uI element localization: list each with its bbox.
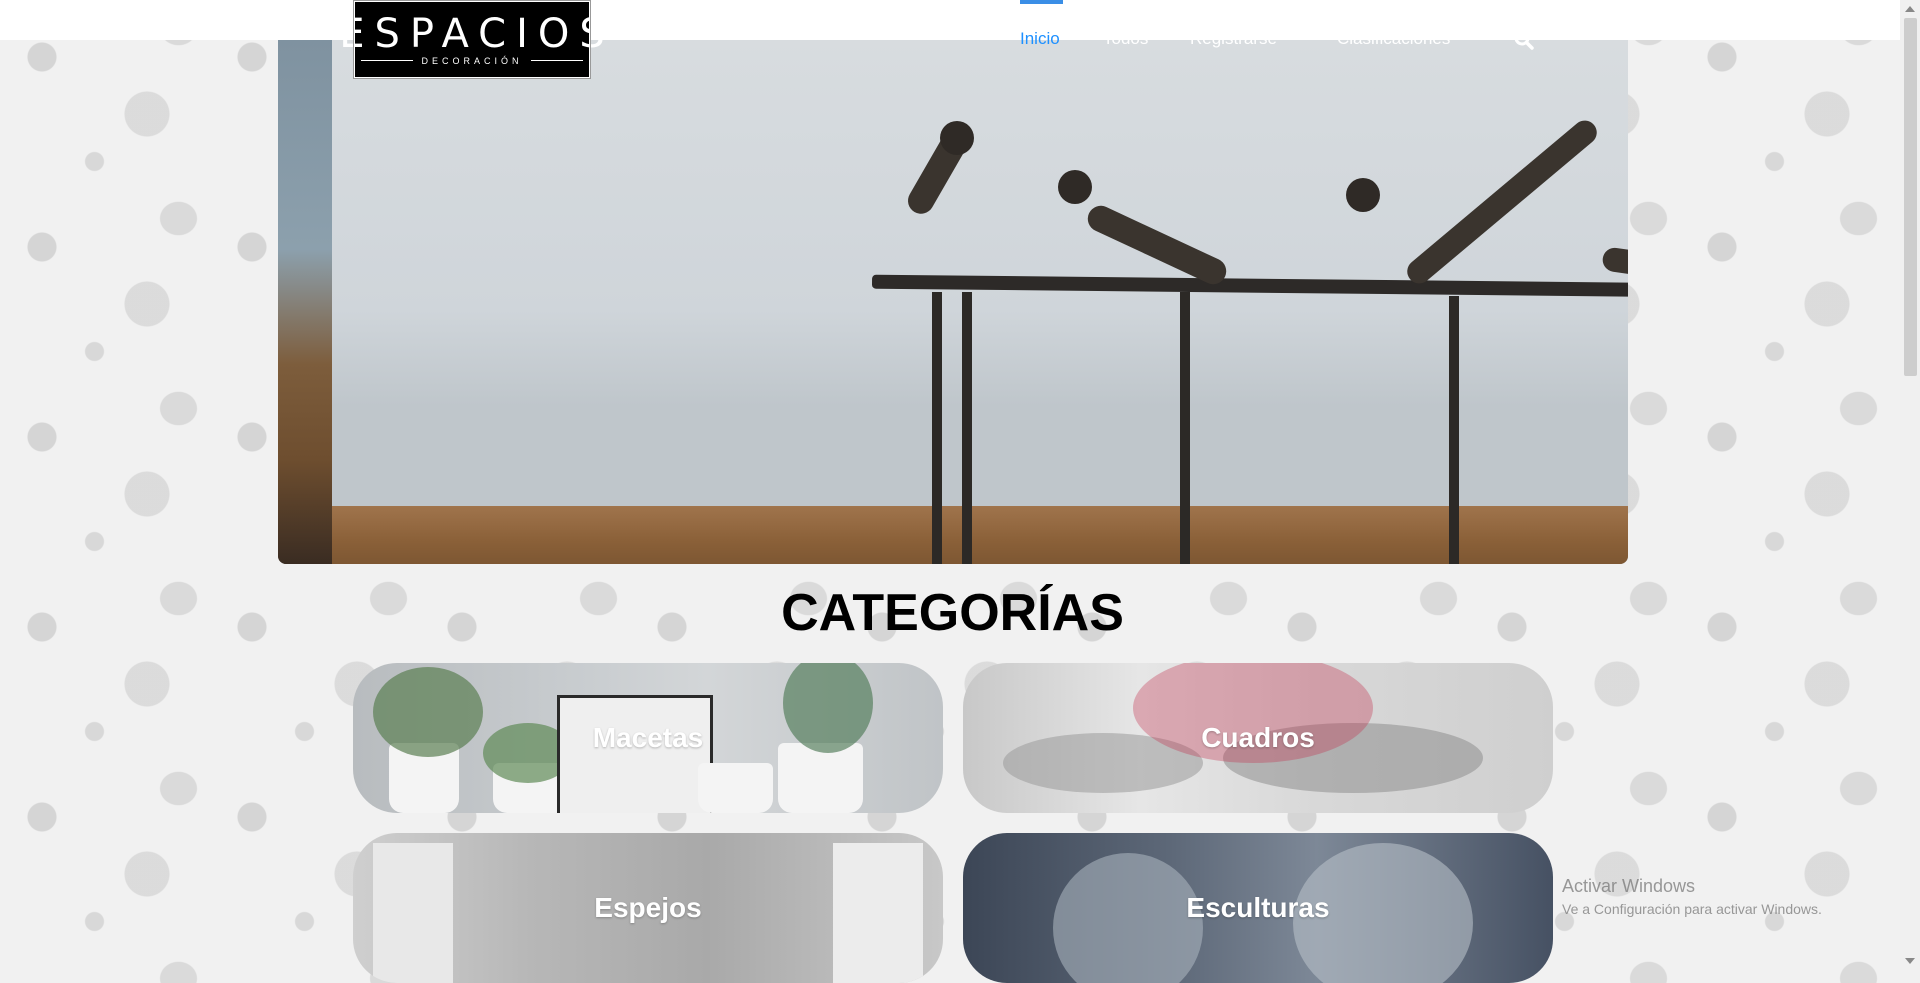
sculpture-leg [932, 292, 942, 564]
nav-item-todos[interactable]: Todos [1103, 29, 1148, 49]
previous-slide-edge [278, 40, 332, 564]
category-card-espejos[interactable]: Espejos [353, 833, 943, 983]
figure-3 [1402, 115, 1602, 289]
category-label: Espejos [594, 892, 702, 923]
category-card-macetas[interactable]: Macetas [353, 663, 943, 813]
logo-wordmark: ESPACIOS [339, 10, 615, 57]
scrollbar-thumb[interactable] [1904, 18, 1917, 376]
category-label: Macetas [592, 722, 704, 753]
page: ESPACIOS DECORACIÓN Inicio Todos Registr… [0, 0, 1920, 983]
search-icon[interactable] [1514, 30, 1534, 50]
logo-rule-left [361, 60, 414, 61]
active-nav-indicator [1020, 0, 1063, 4]
logo-rule-right [530, 60, 583, 61]
nav-item-inicio[interactable]: Inicio [1020, 29, 1060, 49]
figure-3-head [1346, 178, 1380, 212]
sculpture-leg [962, 292, 972, 564]
page-scrollbar[interactable] [1900, 0, 1920, 970]
category-card-cuadros[interactable]: Cuadros [963, 663, 1553, 813]
logo-tagline-row: DECORACIÓN [361, 55, 583, 66]
hero-slide-image [332, 40, 1628, 564]
logo-tagline: DECORACIÓN [421, 55, 523, 66]
windows-activation-title: Activar Windows [1562, 876, 1696, 896]
categories-title: CATEGORÍAS [781, 584, 1124, 642]
sculpture-leg [1180, 292, 1190, 564]
wooden-shelf [332, 506, 1628, 564]
category-card-esculturas[interactable]: Esculturas [963, 833, 1553, 983]
nav-item-clasificaciones[interactable]: Clasificaciones [1337, 29, 1450, 49]
figure-1-head [940, 121, 974, 155]
windows-activation-subtitle: Ve a Configuración para activar Windows. [1562, 901, 1822, 917]
sculpture-beam [871, 274, 1628, 300]
scroll-down-icon[interactable] [1905, 958, 1915, 964]
category-label: Cuadros [1201, 722, 1315, 753]
nav-item-registrarse[interactable]: Registrarse [1190, 29, 1277, 49]
header-background [0, 0, 1900, 40]
figure-2 [1083, 201, 1231, 289]
figure-2-head [1058, 170, 1092, 204]
scroll-up-icon[interactable] [1905, 6, 1915, 12]
category-label: Esculturas [1186, 892, 1330, 923]
hero-slider[interactable] [278, 40, 1628, 564]
sculpture-leg [1449, 296, 1459, 564]
site-logo[interactable]: ESPACIOS DECORACIÓN [339, 0, 605, 79]
